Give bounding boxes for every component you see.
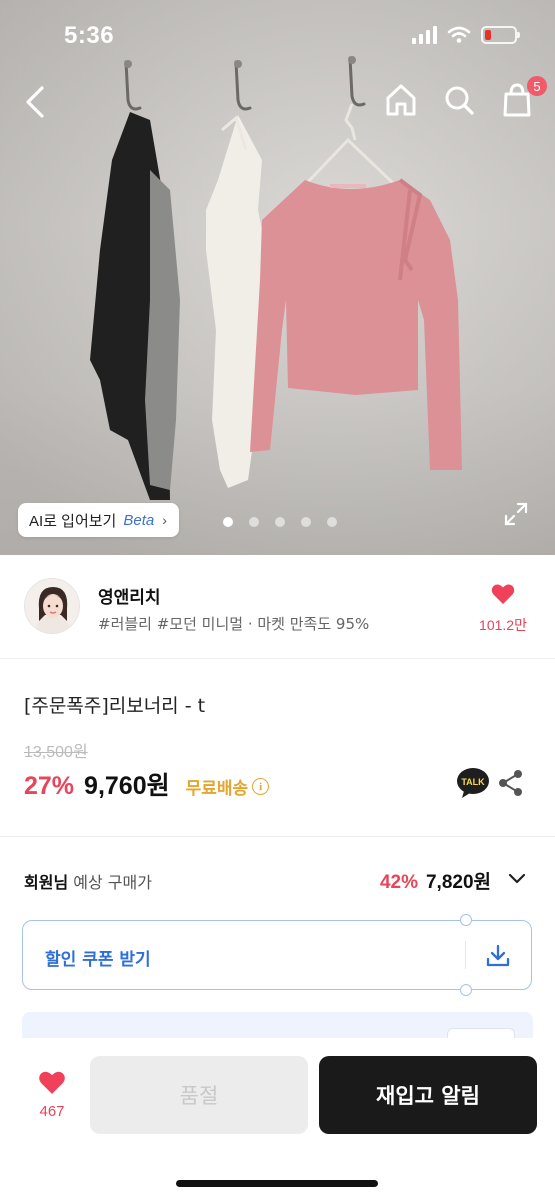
coupon-divider [465,941,466,969]
member-label-rest: 예상 구매가 [68,873,152,892]
battery-icon [481,26,520,44]
coupon-label: 할인 쿠폰 받기 [45,950,151,970]
ai-try-on-label: AI로 입어보기 [29,512,117,530]
chevron-right-icon: › [162,512,167,528]
kakao-talk-share-button[interactable]: TALK [456,767,490,799]
ai-try-on-button[interactable]: AI로 입어보기 Beta › [18,503,179,537]
home-indicator[interactable] [176,1180,378,1187]
gallery-pagination[interactable] [223,517,337,527]
home-icon[interactable] [383,80,419,120]
original-price: 13,500원 [24,744,88,761]
bottom-action-bar: 467 품절 재입고 알림 [0,1038,555,1200]
product-title: [주문폭주]리보너리 - t [24,695,206,717]
cellular-signal-icon [412,26,437,44]
member-price-row[interactable]: 회원님 예상 구매가 42% 7,820원 [24,867,531,893]
shop-avatar[interactable] [24,578,80,634]
download-icon [486,944,510,967]
chevron-down-icon[interactable] [507,869,527,889]
cart-button[interactable]: 5 [499,76,547,120]
shop-like-button[interactable]: 101.2만 [475,583,531,635]
battery-level [485,30,491,40]
member-price: 42% 7,820원 [380,867,491,894]
member-discount-rate: 42% [379,872,418,893]
discount-rate: 27% [24,772,75,800]
top-nav-actions: 5 [383,76,547,120]
section-divider [0,836,555,837]
wishlist-button[interactable]: 467 [22,1070,82,1120]
cart-count-badge: 5 [527,76,547,96]
member-price-value: 7,820원 [425,872,491,893]
free-shipping-badge[interactable]: 무료배송 i [186,774,270,799]
pagination-dot[interactable] [301,517,311,527]
heart-icon [39,1071,65,1094]
coupon-notch-bottom [460,984,472,996]
status-time: 5:36 [64,22,115,49]
status-bar: 5:36 [0,0,555,74]
status-icons [412,26,520,44]
beta-tag: Beta [123,511,155,529]
back-button[interactable] [18,80,54,124]
pagination-dot[interactable] [249,517,259,527]
talk-label: TALK [461,777,485,787]
info-icon[interactable]: i [252,778,270,795]
pagination-dot[interactable] [327,517,337,527]
free-shipping-label: 무료배송 [185,779,249,799]
coupon-download-button[interactable]: 할인 쿠폰 받기 [22,914,532,996]
coupon-notch-top [460,914,472,926]
price-row: 27% 9,760원 무료배송 i [24,766,270,802]
wifi-icon [447,26,471,43]
product-image-gallery[interactable]: 5:36 5 AI로 입어보기 Beta › [0,0,555,555]
expand-icon[interactable] [503,501,529,527]
member-price-label: 회원님 예상 구매가 [24,869,152,893]
shop-like-count: 101.2만 [479,617,527,633]
shop-info-row[interactable]: 영앤리치 #러블리 #모던 미니멀 · 마켓 만족도 95% 101.2만 [0,555,555,659]
pagination-dot[interactable] [275,517,285,527]
shop-name[interactable]: 영앤리치 [98,583,161,608]
pagination-dot[interactable] [223,517,233,527]
wishlist-count: 467 [39,1103,65,1120]
heart-icon [491,584,515,604]
avatar-image [25,579,79,633]
share-icon[interactable] [498,769,524,797]
restock-alert-button[interactable]: 재입고 알림 [319,1056,537,1134]
shop-tags: #러블리 #모던 미니멀 · 마켓 만족도 95% [98,615,370,633]
sold-out-button[interactable]: 품절 [90,1056,308,1134]
member-label-bold: 회원님 [24,873,69,892]
sale-price: 9,760원 [84,772,170,800]
search-icon[interactable] [441,80,477,120]
